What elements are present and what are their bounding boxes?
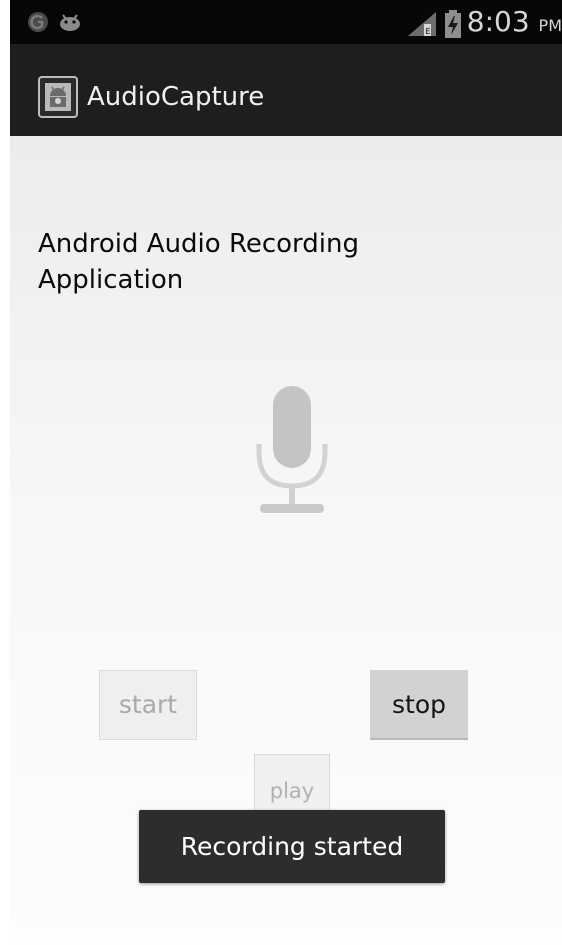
stop-button[interactable]: stop [370,670,468,740]
play-button[interactable]: play [254,754,330,814]
start-button[interactable]: start [99,670,197,740]
page-heading: Android Audio Recording Application [38,229,359,295]
svg-text:E: E [426,27,431,36]
status-time: 8:03 PM [466,5,562,38]
notification-android-icon [60,14,80,31]
battery-charging-icon [445,10,461,38]
microphone-icon [256,386,328,513]
status-bar: E 8:03 PM [10,0,562,44]
toast-message: Recording started [139,810,445,883]
status-ampm: PM [538,16,562,35]
app-title: AudioCapture [87,82,265,112]
signal-icon: E [408,12,436,36]
android-app-icon [38,76,78,118]
notification-shield-icon [28,12,48,32]
